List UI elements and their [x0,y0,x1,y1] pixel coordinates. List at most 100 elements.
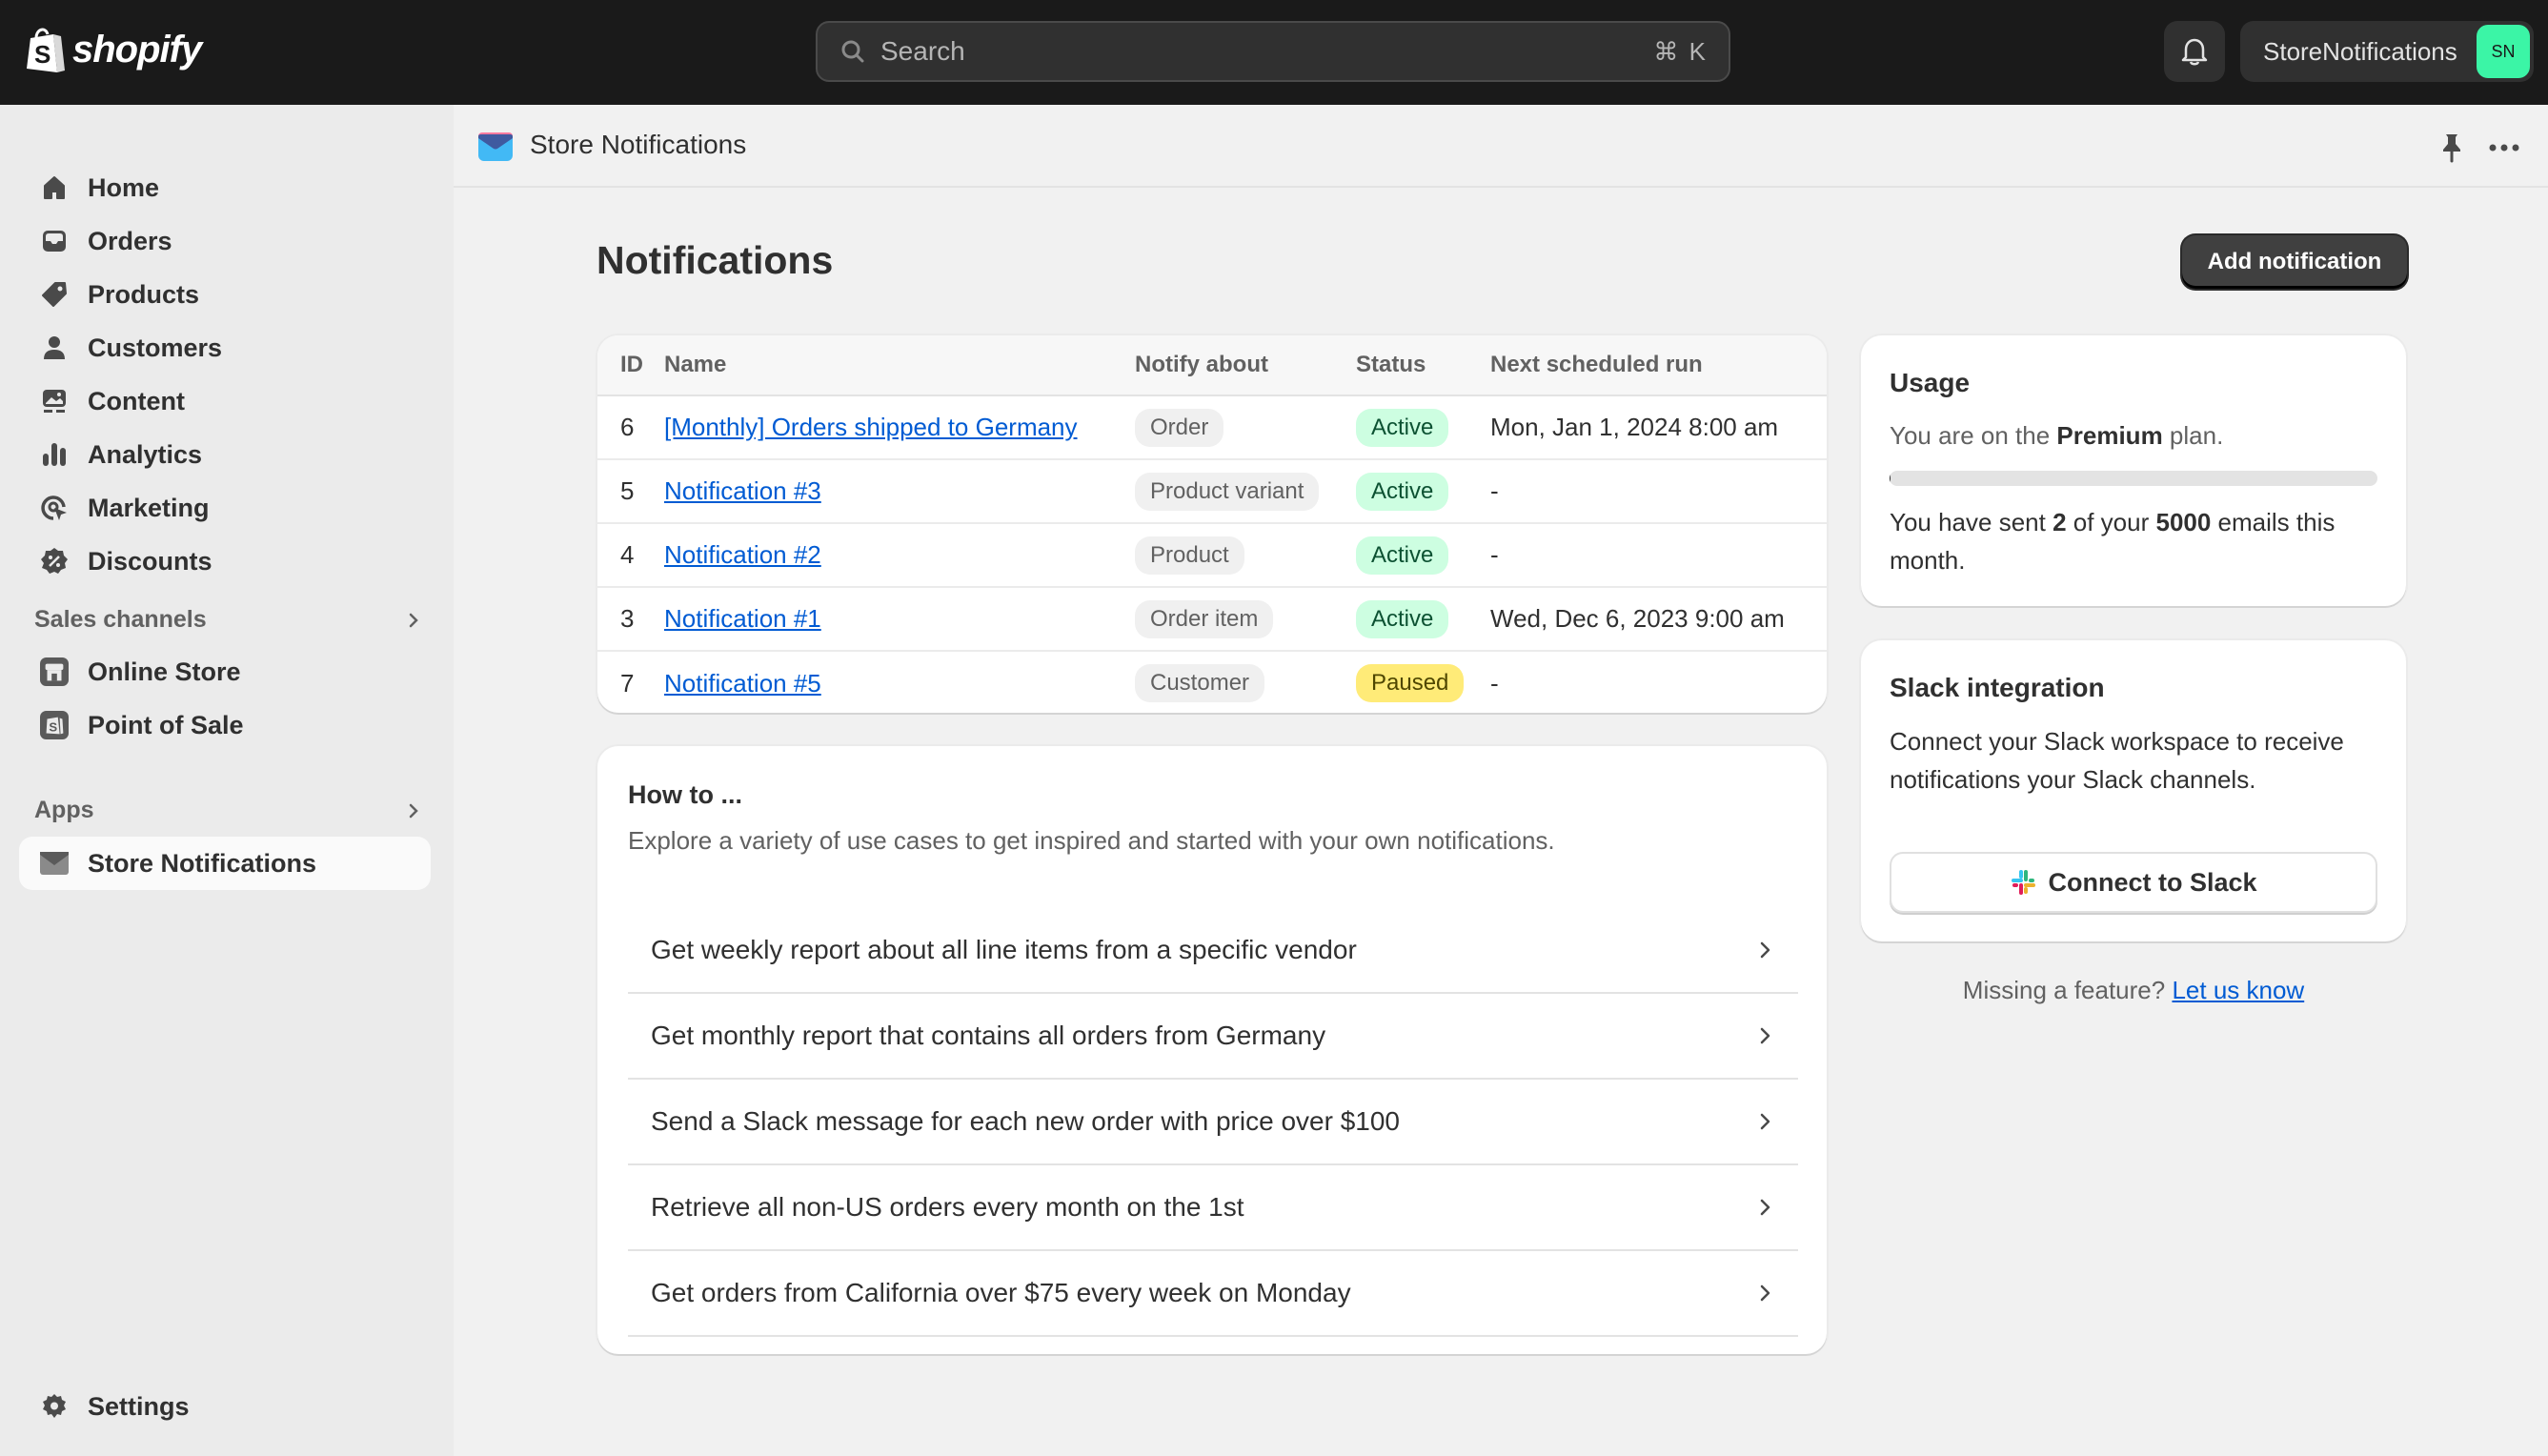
row-name-cell: Notification #5 [664,651,1135,713]
how-to-item[interactable]: Send a Slack message for each new order … [628,1080,1798,1165]
missing-feature-text: Missing a feature? Let us know [1861,976,2406,1005]
sidebar-item-discounts[interactable]: Discounts [19,535,431,588]
status-badge: Active [1356,408,1449,447]
notify-about-badge: Order [1135,408,1224,447]
row-notify-about-cell: Order [1135,395,1356,459]
chevron-right-icon [1760,941,1770,959]
usage-sent-text: You have sent 2 of your 5000 emails this… [1890,503,2385,579]
plan-name: Premium [2056,421,2163,450]
app-title-bar: Store Notifications [454,105,2548,188]
row-notify-about-cell: Order item [1135,587,1356,651]
target-icon [40,494,69,522]
row-name-cell: [Monthly] Orders shipped to Germany [664,395,1135,459]
how-to-item-label: Retrieve all non-US orders every month o… [651,1192,1244,1222]
chevron-right-icon [1760,1113,1770,1130]
sidebar-item-label: Store Notifications [88,848,317,878]
column-header-id: ID [620,352,643,377]
search-bar[interactable]: ⌘ K [816,21,1730,82]
sidebar-item-settings[interactable]: Settings [19,1380,431,1433]
how-to-card: How to ... Explore a variety of use case… [597,746,1827,1354]
tag-icon [40,280,69,309]
let-us-know-link[interactable]: Let us know [2172,976,2304,1004]
how-to-item[interactable]: Get weekly report about all line items f… [628,908,1798,994]
notify-about-badge: Product variant [1135,472,1320,511]
row-status-cell: Active [1356,459,1490,523]
how-to-item[interactable]: Retrieve all non-US orders every month o… [628,1165,1798,1251]
envelope-icon [40,849,69,878]
table-row: 5 Notification #3 Product variant Active - [597,459,1827,523]
slack-title: Slack integration [1890,673,2105,702]
connect-slack-button[interactable]: Connect to Slack [1890,852,2377,913]
usage-plan-text: You are on the Premium plan. [1890,421,2223,451]
plan-suffix: plan. [2162,421,2224,450]
sidebar-item-content[interactable]: Content [19,374,431,428]
sidebar-item-marketing[interactable]: Marketing [19,481,431,535]
notifications-button[interactable] [2164,21,2225,82]
status-badge: Active [1356,599,1449,638]
how-to-item-label: Get orders from California over $75 ever… [651,1278,1351,1307]
column-header-status: Status [1356,352,1426,377]
sidebar-item-label: Online Store [88,657,241,686]
more-actions-icon[interactable] [2485,131,2523,164]
search-shortcut: ⌘ K [1653,36,1708,66]
chevron-right-icon [1760,1199,1770,1216]
how-to-item-label: Get weekly report about all line items f… [651,935,1357,964]
sidebar-item-analytics[interactable]: Analytics [19,428,431,481]
sidebar-item-orders[interactable]: Orders [19,214,431,268]
chevron-right-icon [409,613,418,627]
sidebar-item-online-store[interactable]: Online Store [19,645,431,698]
notifications-table-card: ID Name Notify about Status Next schedul… [597,335,1827,713]
sales-channels-header[interactable]: Sales channels [34,606,421,634]
search-input[interactable] [880,36,1654,67]
top-bar: S shopify ⌘ K StoreNotifications SN [0,0,2548,105]
notify-about-badge: Product [1135,536,1244,575]
notification-name-link[interactable]: Notification #3 [664,476,821,505]
row-status-cell: Active [1356,587,1490,651]
sent-limit: 5000 [2155,508,2212,536]
how-to-subtitle: Explore a variety of use cases to get in… [628,826,1555,855]
shopify-bag-icon: S [27,28,65,72]
slack-description: Connect your Slack workspace to receive … [1890,727,2344,794]
sidebar-item-label: Products [88,279,200,309]
add-notification-button[interactable]: Add notification [2182,235,2407,289]
notification-name-link[interactable]: Notification #5 [664,669,821,698]
sidebar-item-products[interactable]: Products [19,268,431,321]
store-icon [40,657,69,686]
discount-icon [40,547,69,576]
sidebar-item-label: Content [88,386,185,415]
sidebar-item-point-of-sale[interactable]: S Point of Sale [19,698,431,752]
how-to-item[interactable]: Get orders from California over $75 ever… [628,1251,1798,1337]
notification-name-link[interactable]: [Monthly] Orders shipped to Germany [664,413,1078,441]
how-to-list: Get weekly report about all line items f… [628,908,1798,1337]
row-next-run: - [1490,668,1499,698]
table-row: 6 [Monthly] Orders shipped to Germany Orde… [597,395,1827,459]
sidebar: Home Orders Products Customers Content A… [0,105,454,1456]
how-to-item[interactable]: Get monthly report that contains all ord… [628,994,1798,1080]
person-icon [40,334,69,362]
sidebar-item-label: Discounts [88,546,212,576]
row-id: 6 [620,413,635,441]
apps-header[interactable]: Apps [34,797,421,824]
account-menu[interactable]: StoreNotifications SN [2240,21,2534,82]
home-icon [40,173,69,202]
sidebar-item-store-notifications[interactable]: Store Notifications [19,837,431,890]
sidebar-item-label: Marketing [88,493,210,522]
usage-card: Usage You are on the Premium plan. You h… [1861,335,2406,606]
row-id: 3 [620,604,635,633]
sidebar-item-customers[interactable]: Customers [19,321,431,374]
row-notify-about-cell: Product variant [1135,459,1356,523]
notify-about-badge: Order item [1135,599,1274,638]
missing-feature-label: Missing a feature? [1962,976,2173,1004]
notification-name-link[interactable]: Notification #1 [664,604,821,633]
pin-icon[interactable] [2436,131,2468,164]
notification-name-link[interactable]: Notification #2 [664,540,821,569]
sidebar-item-label: Orders [88,226,172,255]
chevron-right-icon [1760,1284,1770,1302]
row-status-cell: Active [1356,523,1490,587]
sidebar-item-home[interactable]: Home [19,161,431,214]
column-header-notify-about: Notify about [1135,352,1268,377]
row-status-cell: Active [1356,395,1490,459]
shopify-logo[interactable]: S shopify [25,25,202,74]
sidebar-item-label: Customers [88,333,223,362]
sidebar-item-label: Home [88,172,160,202]
